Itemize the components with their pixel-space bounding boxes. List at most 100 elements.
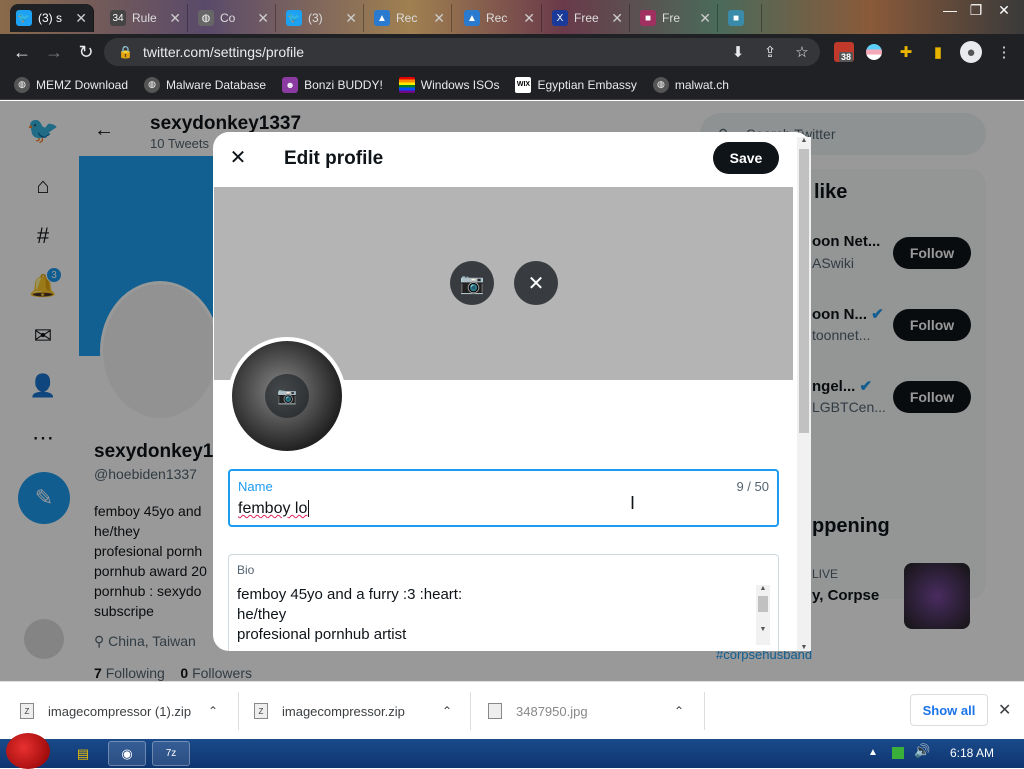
bookmark-label: Windows ISOs [420,77,500,92]
site-icon: ■ [640,10,656,26]
modal-scrollbar[interactable]: ▲ ▼ [797,137,811,651]
close-icon[interactable]: ✕ [611,10,623,27]
bookmark-egyptian-embassy[interactable]: WIX Egyptian Embassy [515,76,637,93]
profile-avatar-icon[interactable]: ● [960,41,982,63]
tab-twitter-active[interactable]: 🐦 (3) s ✕ [10,4,94,32]
toolbar: ← → ↻ 🔒 twitter.com/settings/profile ⬇ ⇪… [0,34,1024,70]
share-icon[interactable]: ⇪ [760,42,780,62]
tab-rule[interactable]: 34 Rule ✕ [104,4,188,32]
bookmark-windows-isos[interactable]: Windows ISOs [398,76,500,93]
chrome-icon[interactable]: ◉ [108,741,146,766]
forward-arrow-icon[interactable]: → [38,36,70,68]
image-file-icon [488,703,502,719]
window-close-button[interactable]: ✕ [990,0,1018,20]
tab-label: (3) [308,11,323,25]
tray-expand-icon[interactable]: ▲ [868,747,878,758]
tab-other[interactable]: ■ [722,4,762,32]
globe-icon: ◍ [652,76,669,93]
address-bar[interactable]: 🔒 twitter.com/settings/profile [104,38,820,66]
bio-textarea[interactable]: femboy 45yo and a furry :3 :heart: he/th… [237,585,462,645]
download-item[interactable]: 3487950.jpg ⌃ [488,682,698,740]
bookmark-bonzi[interactable]: ☻ Bonzi BUDDY! [282,76,383,93]
tab-twitter-2[interactable]: 🐦 (3) ✕ [280,4,364,32]
download-item[interactable]: Z imagecompressor (1).zip ⌃ [20,682,230,740]
start-button[interactable] [6,733,50,769]
name-input[interactable]: femboy lo [238,500,310,518]
menu-kebab-icon[interactable]: ⋮ [994,42,1014,62]
show-all-button[interactable]: Show all [910,694,988,726]
bookmark-star-icon[interactable]: ☆ [792,42,812,62]
close-icon[interactable]: ✕ [75,10,87,27]
tab-label: Rec [396,11,418,25]
tray-app-icon[interactable] [892,747,904,759]
bio-field[interactable]: Bio femboy 45yo and a furry :3 :heart: h… [228,554,779,651]
bonzi-icon: ☻ [282,76,299,93]
chevron-up-icon[interactable]: ⌃ [208,704,218,718]
scroll-up-icon: ▲ [759,585,767,592]
taskbar-clock[interactable]: 6:18 AM [950,746,994,760]
taskbar: ▤ ◉ 7z ▲ 🔊 6:18 AM [0,733,1024,769]
bookmark-malware-db[interactable]: ◍ Malware Database [144,76,267,93]
tab-label: Fre [662,11,680,25]
download-filename: 3487950.jpg [516,703,588,719]
chevron-up-icon[interactable]: ⌃ [442,704,452,718]
volume-icon[interactable]: 🔊 [914,743,930,759]
puzzle-icon[interactable]: ✚ [896,42,916,62]
wix-icon: WIX [515,76,532,93]
close-icon[interactable]: ✕ [433,10,445,27]
camera-icon[interactable]: 📷 [450,261,494,305]
flag-extension-icon[interactable] [864,42,884,62]
close-icon[interactable]: ✕ [257,10,269,27]
back-arrow-icon[interactable]: ← [6,36,38,68]
avatar-image: 📷 [228,337,346,455]
extension-badge: 38 [839,52,854,62]
tab-strip: 🐦 (3) s ✕ 34 Rule ✕ ◍ Co ✕ 🐦 (3) ✕ ▲ Rec… [0,0,1024,34]
save-button[interactable]: Save [713,142,779,174]
bio-scrollbar[interactable]: ▲ ▼ [756,585,770,645]
site-icon: 34 [110,10,126,26]
url-text: twitter.com/settings/profile [142,44,305,60]
close-icon[interactable]: ✕ [227,146,249,169]
tab-free-1[interactable]: X Free ✕ [546,4,630,32]
tab-label: Rule [132,11,157,25]
scroll-down-icon[interactable]: ▼ [797,644,811,651]
close-icon[interactable]: ✕ [169,10,181,27]
folder-icon[interactable]: ▤ [64,741,102,766]
scroll-thumb[interactable] [799,149,809,433]
install-icon[interactable]: ⬇ [728,42,748,62]
globe-icon: ◍ [14,76,30,93]
close-icon[interactable]: ✕ [699,10,711,27]
edit-profile-modal: ✕ Edit profile Save 📷 ✕ 📷 Name 9 / 50 fe… [213,132,811,651]
close-icon[interactable]: ✕ [345,10,357,27]
sidepanel-icon[interactable]: ▮ [928,42,948,62]
close-icon[interactable]: ✕ [998,700,1011,720]
name-field[interactable]: Name 9 / 50 femboy lo [228,469,779,527]
tab-free-2[interactable]: ■ Fre ✕ [634,4,718,32]
tab-rec-1[interactable]: ▲ Rec ✕ [368,4,452,32]
ublock-icon[interactable]: 38 [834,42,854,62]
twitter-icon: 🐦 [16,10,32,26]
download-filename: imagecompressor.zip [282,703,405,719]
chevron-up-icon[interactable]: ⌃ [674,704,684,718]
triangle-icon: ▲ [374,10,390,26]
remove-banner-close-icon[interactable]: ✕ [514,261,558,305]
bookmark-label: MEMZ Download [36,77,129,92]
scroll-up-icon[interactable]: ▲ [797,137,811,144]
bookmark-malwatch[interactable]: ◍ malwat.ch [652,76,729,93]
camera-icon[interactable]: 📷 [265,374,309,418]
lock-icon: 🔒 [118,45,133,59]
tab-co[interactable]: ◍ Co ✕ [192,4,276,32]
bookmark-label: Malware Database [166,77,267,92]
minimize-button[interactable]: — [936,0,964,20]
modal-title: Edit profile [284,148,384,169]
windows-icon [398,76,415,93]
7zip-icon[interactable]: 7z [152,741,190,766]
bookmark-label: Egyptian Embassy [537,77,637,92]
restore-button[interactable]: ❐ [962,0,990,20]
close-icon[interactable]: ✕ [523,10,535,27]
tab-rec-2[interactable]: ▲ Rec ✕ [458,4,542,32]
bookmark-memz[interactable]: ◍ MEMZ Download [14,76,129,93]
reload-icon[interactable]: ↻ [70,36,102,68]
tab-label: Rec [486,11,508,25]
download-item[interactable]: Z imagecompressor.zip ⌃ [254,682,464,740]
